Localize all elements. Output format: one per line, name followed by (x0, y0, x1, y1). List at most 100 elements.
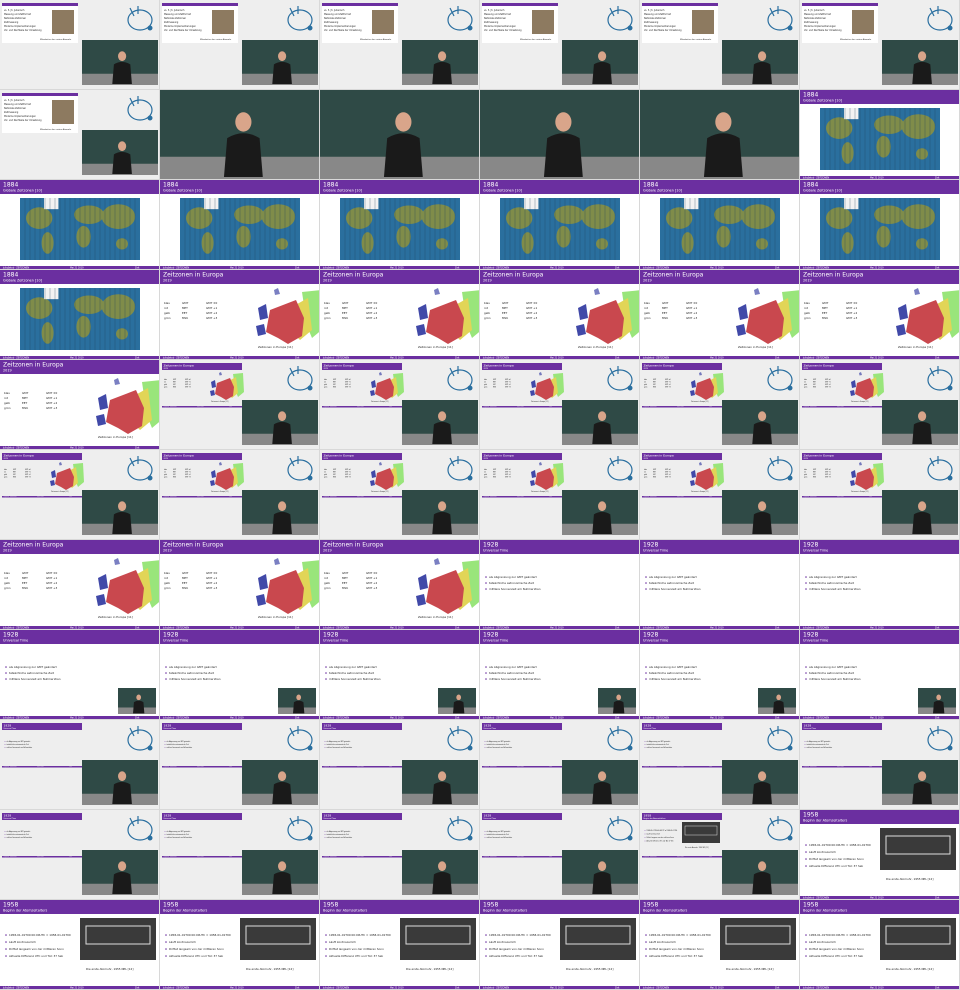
slide-thumbnail[interactable]: 1928 Universal Time als Abgrenzung zur GM… (0, 809, 160, 900)
slide-thumbnail[interactable]: 1928 Universal Time als Abgrenzung zur GM… (639, 719, 800, 810)
slide-thumbnail[interactable]: vs. 5. Jh. Julianisch Messung und Zeitfor… (159, 0, 320, 90)
svg-text:Zeitzonen in Europa: Zeitzonen in Europa (323, 272, 384, 279)
slide-thumbnail[interactable]: 1958 Beginn der Atomzeitalters 1958-01-01… (639, 809, 800, 900)
slide-thumbnail[interactable]: 1928 Universal Time als Abgrenzung zur GM… (159, 809, 320, 900)
slide-thumbnail[interactable]: Zeitzonen in Europa 2019 blau GMT GMT ±0 rot… (159, 539, 320, 630)
svg-text:EET: EET (342, 581, 348, 585)
slide-thumbnail[interactable]: Zeitzonen in Europa 2019 blau GMT GMT ±0 rot… (479, 269, 640, 360)
svg-text:MET: MET (182, 306, 188, 310)
slide-thumbnail[interactable]: 1928 Universal Time als Abgrenzung zur GM… (799, 719, 960, 810)
slide-thumbnail[interactable]: vs. 5. Jh. Julianisch Messung und Zeitfor… (319, 0, 480, 90)
svg-text:vs. 5. Jh. Julianisch: vs. 5. Jh. Julianisch (484, 9, 505, 12)
slide-thumbnail[interactable]: Zeitzonen in Europa 2019 blau GMT GMT ±0 rot… (639, 449, 800, 540)
svg-text:gelb: gelb (4, 581, 10, 585)
svg-text:Zeit: Zeit (295, 986, 299, 989)
slide-thumbnail[interactable]: 1928 Universal Time als Abgrenzung zur GM… (319, 629, 480, 720)
svg-text:GMT +2: GMT +2 (366, 581, 378, 585)
slide-thumbnail[interactable]: 1928 Universal Time als Abgrenzung zur GM… (479, 629, 640, 720)
svg-text:Zeit: Zeit (455, 986, 459, 989)
slide-thumbnail[interactable]: Zeitzonen in Europa 2019 blau GMT GMT ±0 rot… (0, 539, 160, 630)
slide-thumbnail[interactable]: 1884 Globale Zeitzonen [10] Julia/Jakob … (799, 179, 960, 270)
svg-text:Zeitzonen in Europa [11]: Zeitzonen in Europa [11] (98, 435, 133, 439)
slide-thumbnail[interactable]: 1928 Universal Time als Abgrenzung zur GM… (0, 719, 160, 810)
slide-thumbnail[interactable]: Zeitzonen in Europa 2019 blau GMT GMT ±0 rot… (319, 539, 480, 630)
thumbnail-image: 1928 Universal Timeals Abgrenzung zur GM… (640, 720, 799, 809)
slide-thumbnail[interactable]: 1958 Beginn der Atomzeitalters 1958-01-01… (479, 899, 640, 990)
slide-thumbnail[interactable]: Zeitzonen in Europa 2019 blau GMT GMT ±0 rot… (319, 359, 480, 450)
svg-text:2019: 2019 (804, 458, 808, 460)
thumbnail-image: 1958 Beginn der Atomzeitalters 1958-01-01… (0, 900, 159, 989)
slide-thumbnail[interactable]: 1928 Universal Time als Abgrenzung zur GM… (799, 539, 960, 630)
slide-thumbnail[interactable]: 1958 Beginn der Atomzeitalters 1958-01-01… (639, 899, 800, 990)
slide-thumbnail[interactable]: 1958 Beginn der Atomzeitalters 1958-01-01… (159, 899, 320, 990)
slide-thumbnail[interactable]: 1928 Universal Time als Abgrenzung zur GM… (159, 629, 320, 720)
slide-thumbnail[interactable]: Zeitzonen in Europa 2019 blau GMT GMT ±0 rot… (319, 449, 480, 540)
slide-thumbnail[interactable]: 1928 Universal Time als Abgrenzung zur GM… (319, 719, 480, 810)
svg-text:Zeit: Zeit (775, 266, 779, 269)
slide-thumbnail[interactable] (639, 89, 800, 180)
slide-thumbnail[interactable] (479, 89, 640, 180)
svg-text:GMT +2: GMT +2 (686, 311, 698, 315)
slide-thumbnail[interactable]: Zeitzonen in Europa 2019 blau GMT GMT ±0 rot… (799, 359, 960, 450)
slide-thumbnail[interactable]: vs. 5. Jh. Julianisch Messung und Zeitfor… (799, 0, 960, 90)
slide-thumbnail[interactable]: 1928 Universal Time als Abgrenzung zur GM… (479, 809, 640, 900)
slide-thumbnail[interactable]: Zeitzonen in Europa 2019 blau GMT GMT ±0 rot… (159, 269, 320, 360)
slide-thumbnail[interactable]: 1928 Universal Time als Abgrenzung zur GM… (639, 539, 800, 630)
slide-thumbnail[interactable]: 1958 Beginn der Atomzeitalters 1958-01-01… (799, 899, 960, 990)
svg-text:1884: 1884 (643, 182, 658, 189)
slide-thumbnail[interactable]: vs. 5. Jh. Julianisch Messung und Zeitfor… (0, 0, 160, 90)
svg-text:1958-01-01T00:00:00UTC = 1958-: 1958-01-01T00:00:00UTC = 1958-01-01T00 (809, 933, 871, 937)
svg-text:2019: 2019 (644, 368, 648, 370)
slide-thumbnail[interactable]: 1928 Universal Time als Abgrenzung zur GM… (0, 629, 160, 720)
slide-thumbnail[interactable]: Zeitzonen in Europa 2019 blau GMT GMT ±0 rot… (639, 269, 800, 360)
svg-text:Vor- und Nachteile der Umsetzu: Vor- und Nachteile der Umsetzung (804, 29, 842, 32)
slide-thumbnail[interactable]: Zeitzonen in Europa 2019 blau GMT GMT ±0 rot… (479, 449, 640, 540)
svg-text:Julia/Jakob · ZEITZONEN: Julia/Jakob · ZEITZONEN (482, 716, 509, 719)
slide-thumbnail[interactable]: 1958 Beginn der Atomzeitalters 1958-01-01… (799, 809, 960, 900)
slide-thumbnail[interactable]: 1928 Universal Time als Abgrenzung zur GM… (799, 629, 960, 720)
slide-thumbnail[interactable]: 1884 Globale Zeitzonen [10] Julia/Jakob … (639, 179, 800, 270)
svg-text:Universal Time: Universal Time (483, 549, 508, 553)
svg-text:GMT +3: GMT +3 (206, 586, 218, 590)
slide-thumbnail[interactable] (319, 89, 480, 180)
slide-thumbnail[interactable]: 1928 Universal Time als Abgrenzung zur GM… (159, 719, 320, 810)
slide-thumbnail[interactable]: 1958 Beginn der Atomzeitalters 1958-01-01… (319, 899, 480, 990)
slide-thumbnail[interactable]: vs. 5. Jh. Julianisch Messung und Zeitfor… (479, 0, 640, 90)
slide-thumbnail[interactable]: 1884 Globale Zeitzonen [10] Julia/Jakob … (159, 179, 320, 270)
slide-thumbnail[interactable]: 1928 Universal Time als Abgrenzung zur GM… (479, 719, 640, 810)
slide-thumbnail[interactable]: 1884 Globale Zeitzonen [10] Julia/Jakob … (479, 179, 640, 270)
slide-thumbnail[interactable]: Zeitzonen in Europa 2019 blau GMT GMT ±0 rot… (0, 449, 160, 540)
svg-text:Beginn der Atomzeitalters: Beginn der Atomzeitalters (323, 909, 368, 913)
svg-text:Driftet langsam von der mittle: Driftet langsam von der mittleren Sonn (489, 947, 544, 951)
slide-thumbnail[interactable]: 1958 Beginn der Atomzeitalters 1958-01-01… (0, 899, 160, 990)
slide-thumbnail[interactable]: Zeitzonen in Europa 2019 blau GMT GMT ±0 rot… (799, 449, 960, 540)
slide-thumbnail[interactable]: 1884 Globale Zeitzonen [10] Julia/Jakob … (0, 269, 160, 360)
slide-thumbnail[interactable]: 1928 Universal Time als Abgrenzung zur GM… (319, 809, 480, 900)
svg-text:Die erste Atomuhr, 1955 NPL [1: Die erste Atomuhr, 1955 NPL [12] (726, 967, 773, 971)
slide-thumbnail[interactable] (159, 89, 320, 180)
svg-text:Globale Zeitzonen [10]: Globale Zeitzonen [10] (163, 189, 203, 193)
slide-thumbnail[interactable]: Zeitzonen in Europa 2019 blau GMT GMT ±0 rot… (159, 359, 320, 450)
slide-thumbnail[interactable]: Zeitzonen in Europa 2019 blau GMT GMT ±0 rot… (159, 449, 320, 540)
svg-text:2019: 2019 (163, 549, 172, 553)
slide-thumbnail[interactable]: vs. 5. Jh. Julianisch Messung und Zeitfor… (639, 0, 800, 90)
slide-thumbnail[interactable]: Zeitzonen in Europa 2019 blau GMT GMT ±0 rot… (799, 269, 960, 360)
slide-thumbnail[interactable]: Zeitzonen in Europa 2019 blau GMT GMT ±0 rot… (479, 359, 640, 450)
slide-thumbnail[interactable]: Zeitzonen in Europa 2019 blau GMT GMT ±0 rot… (319, 269, 480, 360)
svg-text:GMT +2: GMT +2 (846, 311, 858, 315)
slide-thumbnail[interactable]: 1928 Universal Time als Abgrenzung zur GM… (479, 539, 640, 630)
slide-thumbnail[interactable]: 1884 Globale Zeitzonen [10] Julia/Jakob … (0, 179, 160, 270)
slide-thumbnail[interactable]: Zeitzonen in Europa 2019 blau GMT GMT ±0 rot… (0, 359, 160, 450)
slide-thumbnail[interactable]: Zeitzonen in Europa 2019 blau GMT GMT ±0 rot… (639, 359, 800, 450)
slide-thumbnail[interactable]: 1884 Globale Zeitzonen [10] Julia/Jakob … (319, 179, 480, 270)
svg-text:2019: 2019 (804, 368, 808, 370)
slide-thumbnail[interactable]: vs. 5. Jh. Julianisch Messung und Zeitfor… (0, 89, 160, 180)
svg-text:Zeit: Zeit (135, 986, 139, 989)
svg-text:als Abgrenzung zur GMT geänder: als Abgrenzung zur GMT geändert (489, 665, 538, 669)
svg-text:Zeit: Zeit (135, 626, 139, 629)
svg-text:Moderne Implementierungen: Moderne Implementierungen (484, 25, 516, 28)
slide-thumbnail[interactable]: 1928 Universal Time als Abgrenzung zur GM… (639, 629, 800, 720)
svg-text:GMT: GMT (342, 571, 349, 575)
slide-thumbnail[interactable]: 1884 Globale Zeitzonen [10] Julia/Jakob … (799, 89, 960, 180)
thumbnail-image: 1928 Universal Timeals Abgrenzung zur GM… (160, 630, 319, 719)
